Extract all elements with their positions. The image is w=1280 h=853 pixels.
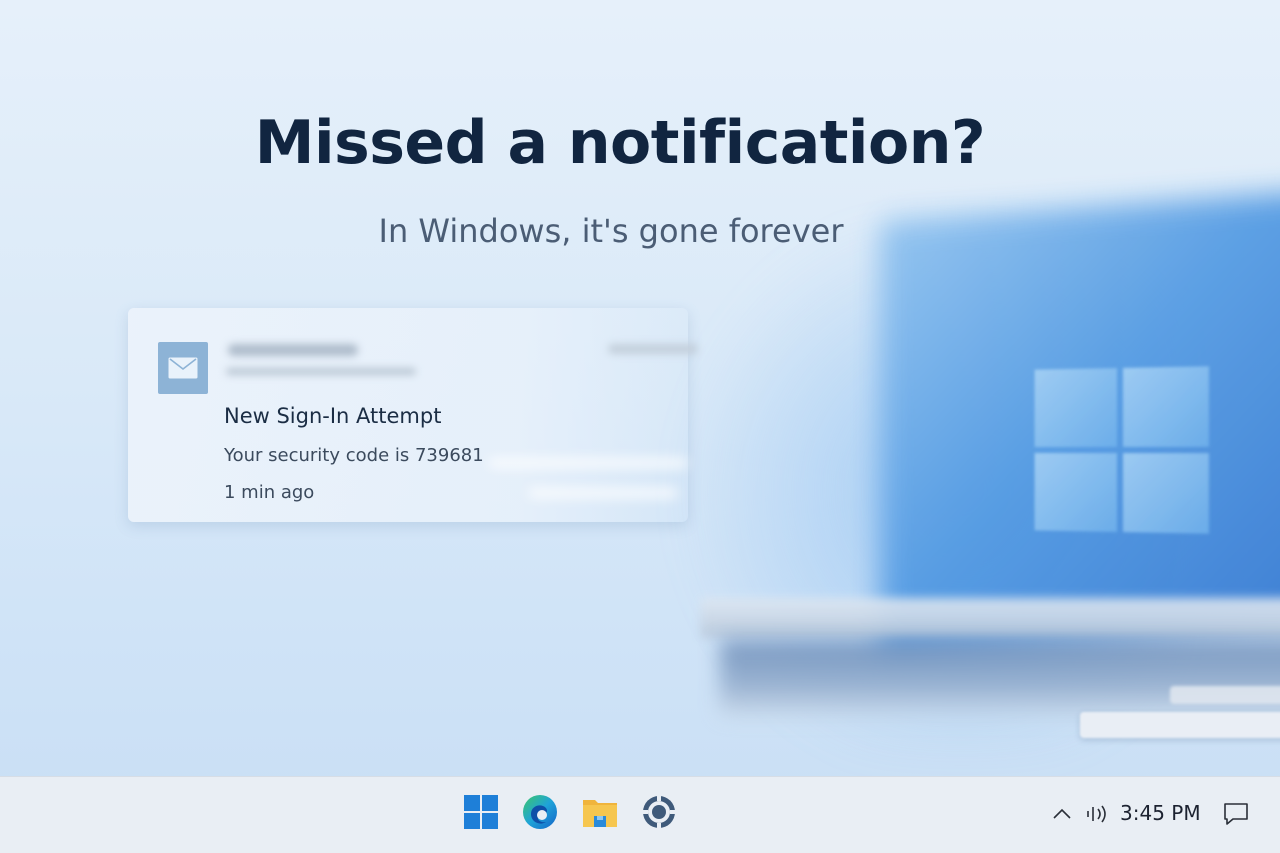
laptop-hinge [700, 598, 1280, 638]
volume-button[interactable] [1085, 799, 1111, 829]
motion-streak [488, 458, 688, 468]
start-button[interactable] [461, 792, 501, 832]
taskbar-clock[interactable]: 3:45 PM [1120, 801, 1201, 825]
show-hidden-icons-button[interactable] [1052, 799, 1072, 829]
notification-title: New Sign-In Attempt [224, 404, 442, 428]
page-subtitle: In Windows, it's gone forever [378, 212, 844, 250]
notification-timestamp: 1 min ago [224, 482, 315, 503]
settings-icon [642, 795, 676, 829]
folder-icon [583, 800, 617, 827]
windows-wallpaper-logo-icon [1034, 366, 1209, 534]
windows-logo-icon [464, 795, 498, 829]
edge-icon [523, 795, 557, 829]
motion-streak [528, 488, 678, 498]
blurred-app-name [228, 344, 358, 356]
page-title: Missed a notification? [254, 108, 986, 178]
desktop: Missed a notification? In Windows, it's … [0, 0, 1280, 853]
file-explorer-button[interactable] [580, 792, 620, 832]
notification-body: Your security code is 739681 [224, 445, 484, 466]
settings-button[interactable] [639, 792, 679, 832]
chat-bubble-icon [1224, 803, 1248, 825]
mail-icon [158, 342, 208, 394]
taskbar: 3:45 PM [0, 776, 1280, 853]
keyboard-edge [1080, 712, 1280, 738]
keyboard-edge [1170, 686, 1280, 704]
chevron-up-icon [1053, 808, 1071, 819]
notification-center-button[interactable] [1222, 799, 1250, 829]
edge-button[interactable] [520, 792, 560, 832]
blurred-header-text [608, 344, 698, 354]
notification-toast[interactable]: New Sign-In Attempt Your security code i… [128, 308, 698, 522]
speaker-icon [1087, 805, 1106, 823]
blurred-subtitle-line [226, 368, 416, 375]
